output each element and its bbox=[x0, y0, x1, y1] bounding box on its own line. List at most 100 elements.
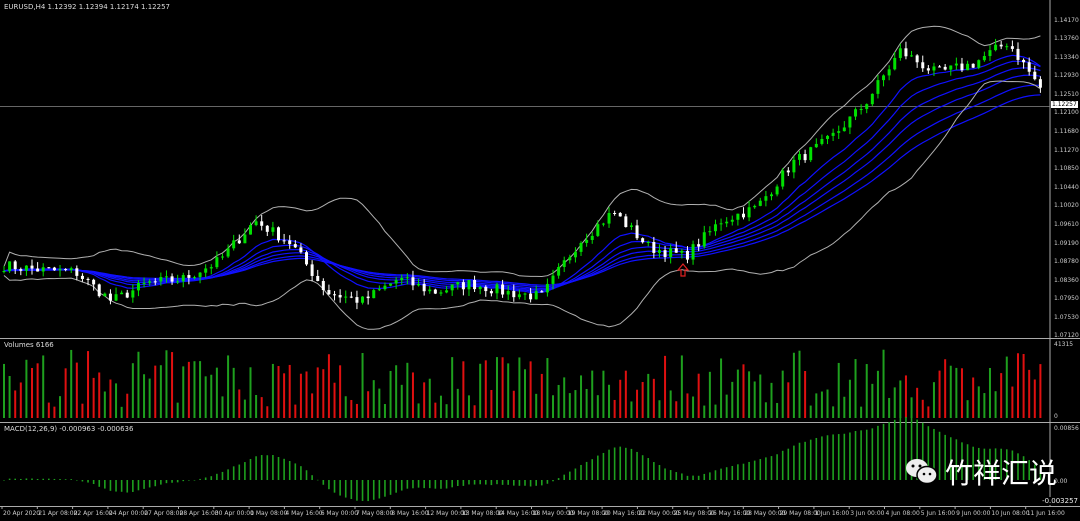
candle bbox=[999, 44, 1003, 47]
candle bbox=[1038, 79, 1042, 88]
candle bbox=[943, 66, 947, 70]
volume-bar bbox=[238, 389, 241, 418]
macd-bar bbox=[787, 448, 790, 480]
volume-bar bbox=[143, 374, 146, 418]
symbol-title: EURUSD,H4 1.12392 1.12394 1.12174 1.1225… bbox=[4, 3, 170, 11]
candle bbox=[86, 278, 90, 280]
volume-bar bbox=[479, 363, 482, 418]
macd-bar bbox=[53, 478, 56, 480]
macd-bar bbox=[283, 458, 285, 480]
volume-bar bbox=[949, 365, 952, 418]
volume-bar bbox=[389, 370, 392, 418]
macd-bar bbox=[877, 425, 879, 480]
watermark: 竹祥汇说 bbox=[905, 452, 1057, 492]
volume-bar bbox=[591, 370, 594, 418]
volume-bar bbox=[439, 395, 442, 418]
candle bbox=[837, 131, 841, 133]
volume-bar bbox=[36, 363, 39, 418]
macd-bar bbox=[199, 478, 201, 480]
time-tick-label: 20 Apr 2020 bbox=[3, 510, 41, 517]
candle bbox=[467, 279, 471, 290]
candle bbox=[915, 55, 919, 63]
macd-bar bbox=[893, 419, 896, 480]
candle bbox=[646, 242, 650, 244]
candle bbox=[747, 207, 751, 218]
candle bbox=[80, 275, 84, 279]
volume-bar bbox=[753, 381, 756, 418]
volume-bar bbox=[126, 393, 129, 418]
macd-bar bbox=[434, 480, 437, 489]
volume-bar bbox=[574, 390, 577, 418]
macd-bar bbox=[372, 480, 375, 500]
macd-bar bbox=[92, 480, 95, 485]
candle bbox=[529, 293, 533, 300]
volume-bar bbox=[843, 396, 846, 418]
candle bbox=[372, 290, 376, 299]
volume-bar bbox=[165, 350, 168, 418]
volume-bar bbox=[14, 390, 17, 418]
macd-bar bbox=[328, 480, 330, 490]
volume-bar bbox=[350, 399, 353, 418]
macd-bar bbox=[143, 480, 145, 489]
volume-bar bbox=[305, 371, 308, 418]
candle bbox=[741, 213, 745, 218]
time-tick-label: 21 Apr 08:00 bbox=[38, 510, 78, 517]
candle bbox=[893, 57, 897, 70]
macd-bar bbox=[826, 435, 829, 480]
candle bbox=[204, 268, 208, 273]
macd-bar bbox=[479, 480, 481, 485]
watermark-text: 竹祥汇说 bbox=[945, 457, 1058, 490]
macd-bar bbox=[748, 461, 750, 480]
macd-bar bbox=[798, 442, 801, 480]
candle bbox=[898, 48, 902, 58]
volume-bar bbox=[854, 359, 857, 418]
volume-bar bbox=[1022, 354, 1025, 418]
candle bbox=[349, 296, 353, 298]
volume-bar bbox=[372, 380, 375, 418]
volume-bar bbox=[619, 379, 622, 418]
macd-bar bbox=[244, 462, 246, 480]
macd-bar bbox=[793, 445, 795, 480]
candle bbox=[702, 232, 706, 247]
macd-bar bbox=[602, 452, 605, 480]
candle bbox=[882, 75, 886, 81]
volume-bar bbox=[876, 370, 879, 418]
volume-bar bbox=[552, 395, 555, 418]
macd-bar bbox=[501, 480, 504, 485]
volume-bar bbox=[378, 388, 381, 418]
candle bbox=[501, 284, 505, 295]
candle bbox=[764, 196, 768, 201]
volume-bar bbox=[1028, 369, 1031, 418]
macd-bar bbox=[48, 478, 50, 480]
macd-bar bbox=[608, 449, 610, 480]
macd-bar bbox=[361, 480, 364, 501]
candle bbox=[938, 66, 942, 68]
volume-bar bbox=[792, 352, 795, 418]
candle bbox=[786, 170, 790, 173]
candle bbox=[635, 225, 639, 239]
volume-bar bbox=[977, 386, 980, 418]
candle bbox=[484, 286, 488, 292]
candle bbox=[926, 68, 930, 71]
volume-bar bbox=[232, 367, 235, 418]
chart-canvas[interactable] bbox=[0, 0, 1080, 521]
time-tick-label: 7 May 08:00 bbox=[356, 510, 394, 517]
time-tick-label: 22 Apr 16:00 bbox=[73, 510, 113, 517]
volume-bar bbox=[736, 369, 739, 418]
volume-bar bbox=[137, 351, 140, 418]
candle bbox=[512, 291, 516, 298]
candle bbox=[691, 244, 695, 260]
macd-bar bbox=[417, 480, 420, 488]
volume-bar bbox=[327, 354, 330, 418]
volume-bar bbox=[299, 373, 302, 418]
volume-bar bbox=[518, 357, 521, 418]
volume-bar bbox=[495, 357, 498, 418]
macd-bar bbox=[277, 457, 280, 480]
macd-bar bbox=[535, 480, 538, 486]
volume-bar bbox=[1011, 386, 1014, 418]
volume-bar bbox=[277, 366, 280, 418]
volume-bar bbox=[960, 368, 963, 418]
macd-title: MACD(12,26,9) -0.000963 -0.000636 bbox=[4, 425, 134, 433]
macd-bar bbox=[406, 480, 409, 489]
candle bbox=[473, 279, 477, 290]
